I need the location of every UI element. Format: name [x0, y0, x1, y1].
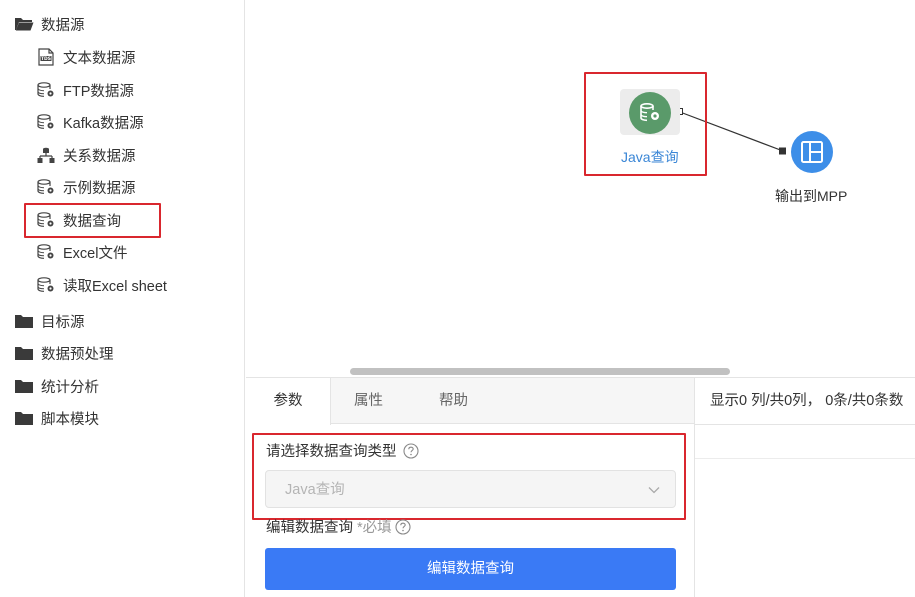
folder-icon — [15, 380, 33, 393]
tree-item-label: Kafka数据源 — [63, 115, 144, 132]
tree-item-read-excel-sheet[interactable]: 读取Excel sheet — [36, 271, 167, 299]
question-circle-icon[interactable] — [402, 442, 419, 459]
tree-folder-target[interactable]: 目标源 — [14, 307, 85, 335]
tab-attributes[interactable]: 属性 — [331, 378, 406, 424]
folder-icon — [15, 347, 33, 360]
folder-open-icon — [15, 18, 34, 31]
folder-icon — [15, 315, 33, 328]
edit-query-field-label: 编辑数据查询 *必填 — [266, 516, 411, 537]
divider — [695, 424, 915, 425]
tree-item-label: 示例数据源 — [63, 180, 136, 197]
tree-item-label: Excel文件 — [63, 245, 128, 262]
tree-item-sample-datasource[interactable]: 示例数据源 — [36, 173, 136, 201]
properties-panel: 参数 属性 帮助 显示0 列/共0列， 0条/共0条数 请选择数据查询类型 Ja… — [246, 377, 915, 597]
question-circle-icon[interactable] — [395, 518, 411, 535]
required-mark: *必填 — [357, 520, 392, 536]
query-type-selected-value: Java查询 — [285, 482, 345, 498]
database-gear-icon — [37, 82, 54, 97]
component-tree-sidebar: 数据源 TDS 文本数据源 FTP数据源 Kafka数据源 关系数据源 示例数据… — [0, 0, 245, 597]
edit-query-label-text: 编辑数据查询 — [266, 520, 353, 536]
database-gear-icon — [37, 114, 54, 129]
tree-folder-label: 数据预处理 — [41, 346, 114, 363]
tree-folder-statistics[interactable]: 统计分析 — [14, 372, 99, 400]
tree-item-label: FTP数据源 — [63, 83, 134, 100]
database-gear-icon — [37, 179, 54, 194]
folder-icon — [15, 412, 33, 425]
database-gear-icon — [629, 92, 671, 134]
layout-panels-icon[interactable] — [790, 130, 834, 174]
tree-folder-script[interactable]: 脚本模块 — [14, 404, 99, 432]
query-type-select[interactable]: Java查询 — [265, 470, 676, 508]
tree-folder-label: 统计分析 — [41, 379, 99, 396]
tree-item-text-datasource[interactable]: TDS 文本数据源 — [36, 43, 136, 71]
tree-item-kafka-datasource[interactable]: Kafka数据源 — [36, 108, 144, 136]
input-port[interactable] — [779, 147, 786, 155]
tree-item-ftp-datasource[interactable]: FTP数据源 — [36, 76, 134, 104]
node-label-output-mpp: 输出到MPP — [775, 188, 848, 204]
svg-text:TDS: TDS — [41, 56, 51, 62]
database-gear-icon — [37, 277, 54, 292]
edit-query-button[interactable]: 编辑数据查询 — [265, 548, 676, 590]
tree-folder-datasource[interactable]: 数据源 — [14, 10, 85, 38]
query-type-label-text: 请选择数据查询类型 — [266, 444, 397, 460]
tds-file-icon: TDS — [38, 48, 54, 66]
tree-item-relational-datasource[interactable]: 关系数据源 — [36, 141, 136, 169]
divider — [695, 458, 915, 459]
canvas-horizontal-scrollbar[interactable] — [350, 368, 730, 375]
relational-db-icon — [37, 147, 55, 163]
preview-pane: 显示0 列/共0列， 0条/共0条数 — [694, 378, 915, 597]
tree-folder-preprocess[interactable]: 数据预处理 — [14, 339, 114, 367]
node-java-query[interactable] — [620, 89, 680, 135]
tree-folder-label: 目标源 — [41, 314, 85, 331]
tree-item-data-query[interactable]: 数据查询 — [36, 206, 121, 234]
tree-item-label: 文本数据源 — [63, 50, 136, 67]
flow-canvas[interactable]: Java查询 输出到MPP — [246, 0, 915, 377]
chevron-down-icon — [648, 487, 660, 494]
tab-params[interactable]: 参数 — [246, 378, 331, 425]
tree-item-excel-file[interactable]: Excel文件 — [36, 238, 127, 266]
edge-java-to-mpp — [679, 111, 784, 152]
node-label-java-query: Java查询 — [621, 149, 679, 165]
tree-item-label: 读取Excel sheet — [63, 278, 167, 295]
query-type-field-label: 请选择数据查询类型 — [266, 440, 419, 461]
panel-tabs: 参数 属性 帮助 — [246, 378, 694, 425]
database-gear-icon — [37, 244, 54, 259]
tree-folder-label: 脚本模块 — [41, 411, 99, 428]
tree-item-label: 数据查询 — [63, 213, 121, 230]
tree-item-label: 关系数据源 — [63, 148, 136, 165]
database-gear-icon — [37, 212, 54, 227]
tab-help[interactable]: 帮助 — [416, 378, 491, 424]
tree-folder-label: 数据源 — [41, 17, 85, 34]
row-count-status: 显示0 列/共0列， 0条/共0条数 — [710, 393, 904, 409]
